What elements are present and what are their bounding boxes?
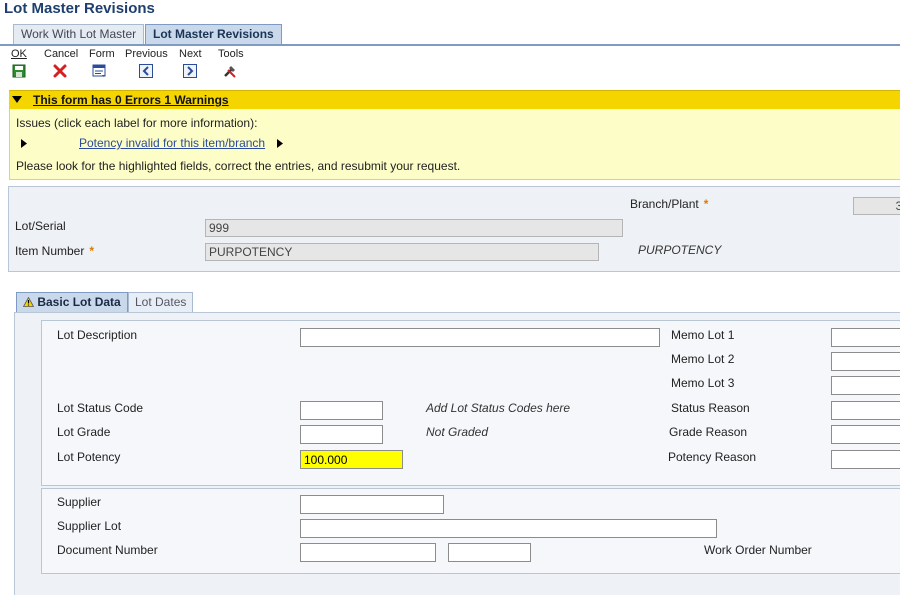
lot-status-code-label: Lot Status Code <box>57 401 144 415</box>
memo-lot-2-input[interactable] <box>831 352 900 371</box>
memo-lot-1-input[interactable] <box>831 328 900 347</box>
status-reason-input[interactable] <box>831 401 900 420</box>
cancel-icon[interactable] <box>53 64 67 78</box>
work-order-number-label: Work Order Number <box>704 543 812 557</box>
issue-detail-arrow-icon[interactable] <box>277 139 283 148</box>
lot-grade-description: Not Graded <box>426 425 489 439</box>
resubmit-message: Please look for the highlighted fields, … <box>16 159 461 173</box>
warning-panel: Issues (click each label for more inform… <box>9 109 900 180</box>
save-icon[interactable] <box>12 64 26 78</box>
collapse-triangle-icon[interactable] <box>12 96 22 104</box>
issues-label: Issues (click each label for more inform… <box>16 116 258 130</box>
form-icon[interactable] <box>92 64 106 78</box>
item-number-label: Item Number * <box>15 244 95 258</box>
potency-reason-input[interactable] <box>831 450 900 469</box>
lot-potency-label: Lot Potency <box>57 450 121 464</box>
form-tab-bar: Work With Lot Master Lot Master Revision… <box>0 23 900 46</box>
supplier-label: Supplier <box>57 495 102 509</box>
memo-lot-3-label: Memo Lot 3 <box>671 376 735 390</box>
status-reason-label: Status Reason <box>671 401 750 415</box>
grade-reason-label: Grade Reason <box>669 425 748 439</box>
warning-summary-link[interactable]: This form has 0 Errors 1 Warnings <box>33 93 229 107</box>
ok-label[interactable]: OK <box>11 48 27 60</box>
item-description: PURPOTENCY <box>638 243 722 257</box>
tab-work-with-lot-master[interactable]: Work With Lot Master <box>13 24 145 44</box>
document-number-label: Document Number <box>57 543 158 557</box>
memo-lot-1-label: Memo Lot 1 <box>671 328 735 342</box>
memo-lot-3-input[interactable] <box>831 376 900 395</box>
document-type-input[interactable] <box>448 543 531 562</box>
tab-lot-dates[interactable]: Lot Dates <box>128 292 194 312</box>
basic-lot-data-panel: Lot Description Memo Lot 1 Memo Lot 2 Me… <box>14 312 900 595</box>
tools-label[interactable]: Tools <box>218 48 244 60</box>
lot-description-input[interactable] <box>300 328 660 347</box>
branch-plant-field[interactable]: 30 <box>853 197 900 215</box>
lot-potency-input[interactable] <box>300 450 403 469</box>
item-number-field[interactable]: PURPOTENCY <box>205 243 599 261</box>
previous-label[interactable]: Previous <box>125 48 168 60</box>
lot-attributes-box: Lot Description Memo Lot 1 Memo Lot 2 Me… <box>41 320 900 486</box>
supplier-input[interactable] <box>300 495 444 514</box>
potency-reason-label: Potency Reason <box>668 450 757 464</box>
required-asterisk: * <box>89 244 95 258</box>
cancel-label[interactable]: Cancel <box>44 48 78 60</box>
tab-lot-master-revisions[interactable]: Lot Master Revisions <box>145 24 282 44</box>
grade-reason-input[interactable] <box>831 425 900 444</box>
lot-serial-label: Lot/Serial <box>15 219 66 233</box>
potency-issue-link[interactable]: Potency invalid for this item/branch <box>79 136 265 150</box>
tab-basic-lot-data[interactable]: Basic Lot Data <box>16 292 128 312</box>
supplier-box: Supplier Supplier Lot Document Number Wo… <box>41 488 900 574</box>
form-menu-label[interactable]: Form <box>89 48 115 60</box>
lot-serial-field[interactable]: 999 <box>205 219 623 237</box>
branch-plant-label: Branch/Plant * <box>630 197 709 211</box>
lot-grade-label: Lot Grade <box>57 425 111 439</box>
next-arrow-icon[interactable] <box>183 64 197 78</box>
previous-arrow-icon[interactable] <box>139 64 153 78</box>
document-number-input[interactable] <box>300 543 436 562</box>
required-asterisk: * <box>703 197 709 211</box>
expand-triangle-icon[interactable] <box>21 139 27 148</box>
memo-lot-2-label: Memo Lot 2 <box>671 352 735 366</box>
lot-description-label: Lot Description <box>57 328 138 342</box>
lot-grade-input[interactable] <box>300 425 383 444</box>
supplier-lot-label: Supplier Lot <box>57 519 122 533</box>
tools-icon[interactable] <box>223 64 237 78</box>
supplier-lot-input[interactable] <box>300 519 717 538</box>
lot-status-code-input[interactable] <box>300 401 383 420</box>
warning-header[interactable]: This form has 0 Errors 1 Warnings <box>9 90 900 110</box>
header-panel: Branch/Plant* 30 Lot/Serial 999 Item Num… <box>8 186 900 272</box>
page-title: Lot Master Revisions <box>4 0 155 17</box>
next-label[interactable]: Next <box>179 48 202 60</box>
lot-status-description: Add Lot Status Codes here <box>426 401 571 415</box>
warning-icon <box>22 296 35 307</box>
